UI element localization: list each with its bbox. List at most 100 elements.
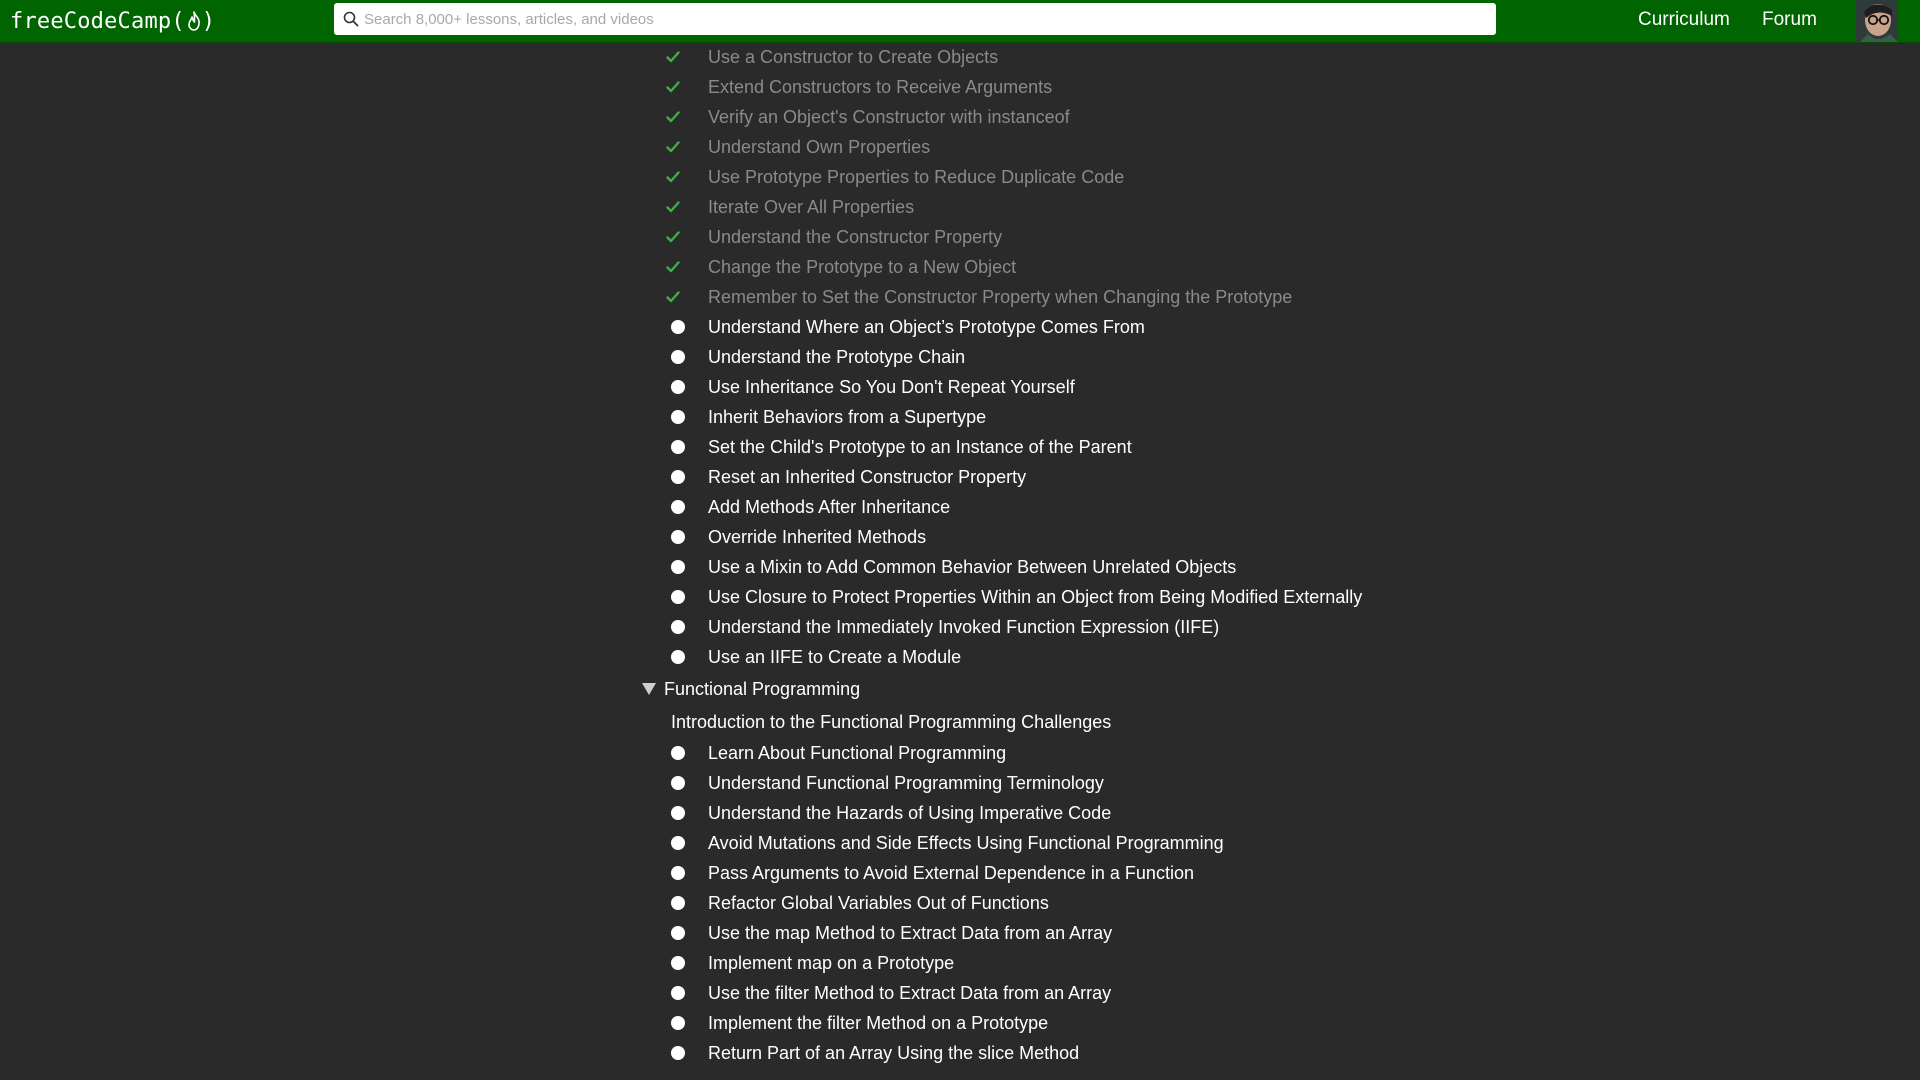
challenge-completed[interactable]: Understand the Constructor Property [666, 222, 1002, 252]
challenge-incomplete[interactable]: Use a Mixin to Add Common Behavior Betwe… [666, 552, 1236, 582]
challenge-label: Remember to Set the Constructor Property… [708, 286, 1293, 307]
challenge-label: Reset an Inherited Constructor Property [708, 466, 1027, 487]
challenge-label: Use Prototype Properties to Reduce Dupli… [708, 166, 1125, 187]
challenge-incomplete[interactable]: Use an IIFE to Create a Module [666, 642, 961, 672]
challenge-incomplete[interactable]: Understand the Hazards of Using Imperati… [666, 798, 1111, 828]
challenge-label: Set the Child's Prototype to an Instance… [708, 436, 1132, 457]
incomplete-dot-icon [666, 803, 692, 823]
challenge-label: Avoid Mutations and Side Effects Using F… [708, 832, 1224, 853]
challenge-incomplete[interactable]: Refactor Global Variables Out of Functio… [666, 888, 1049, 918]
challenge-completed[interactable]: Change the Prototype to a New Object [666, 252, 1016, 282]
challenge-label: Understand Where an Object’s Prototype C… [708, 316, 1145, 337]
challenge-label: Inherit Behaviors from a Supertype [708, 406, 987, 427]
search-input[interactable] [364, 10, 1464, 28]
challenge-incomplete[interactable]: Reset an Inherited Constructor Property [666, 462, 1026, 492]
freecodecamp-logo[interactable]: freeCodeCamp() [10, 6, 215, 36]
challenge-completed[interactable]: Extend Constructors to Receive Arguments [666, 72, 1052, 102]
incomplete-dot-icon [666, 527, 692, 547]
challenge-label: Use an IIFE to Create a Module [708, 646, 962, 667]
search-icon [343, 11, 359, 27]
incomplete-dot-icon [666, 953, 692, 973]
incomplete-dot-icon [666, 863, 692, 883]
challenge-incomplete[interactable]: Understand Where an Object’s Prototype C… [666, 312, 1145, 342]
incomplete-dot-icon [666, 893, 692, 913]
challenge-label: Understand the Prototype Chain [708, 346, 966, 367]
check-icon [666, 47, 692, 67]
challenge-incomplete[interactable]: Avoid Mutations and Side Effects Using F… [666, 828, 1224, 858]
challenge-completed[interactable]: Understand Own Properties [666, 132, 930, 162]
incomplete-dot-icon [666, 587, 692, 607]
incomplete-dot-icon [666, 497, 692, 517]
check-icon [666, 167, 692, 187]
challenge-incomplete[interactable]: Return Part of an Array Using the slice … [666, 1038, 1079, 1068]
challenge-incomplete[interactable]: Override Inherited Methods [666, 522, 926, 552]
challenge-incomplete[interactable]: Use Inheritance So You Don't Repeat Your… [666, 372, 1075, 402]
challenge-completed[interactable]: Verify an Object's Constructor with inst… [666, 102, 1070, 132]
check-icon [666, 287, 692, 307]
check-icon [666, 227, 692, 247]
challenge-incomplete[interactable]: Understand the Prototype Chain [666, 342, 965, 372]
challenge-label: Understand Functional Programming Termin… [708, 772, 1104, 793]
challenge-incomplete[interactable]: Add Methods After Inheritance [666, 492, 950, 522]
challenge-label: Verify an Object's Constructor with inst… [708, 106, 1070, 127]
incomplete-dot-icon [666, 647, 692, 667]
incomplete-dot-icon [666, 347, 692, 367]
challenge-label: Use the map Method to Extract Data from … [708, 922, 1113, 943]
challenge-incomplete[interactable]: Use Closure to Protect Properties Within… [666, 582, 1362, 612]
incomplete-dot-icon [666, 377, 692, 397]
challenge-incomplete[interactable]: Understand the Immediately Invoked Funct… [666, 612, 1219, 642]
challenge-label: Use a Mixin to Add Common Behavior Betwe… [708, 556, 1237, 577]
avatar[interactable] [1856, 0, 1898, 42]
check-icon [666, 77, 692, 97]
incomplete-dot-icon [666, 617, 692, 637]
incomplete-dot-icon [666, 773, 692, 793]
logo-text: freeCodeCamp( [10, 8, 185, 34]
check-icon [666, 197, 692, 217]
flame-icon [186, 10, 202, 32]
challenge-label: Implement the filter Method on a Prototy… [708, 1012, 1049, 1033]
challenge-label: Iterate Over All Properties [708, 196, 915, 217]
section-title: Functional Programming [664, 678, 861, 699]
challenge-label: Use a Constructor to Create Objects [708, 46, 999, 67]
challenge-label: Understand the Hazards of Using Imperati… [708, 802, 1112, 823]
incomplete-dot-icon [666, 317, 692, 337]
incomplete-dot-icon [666, 923, 692, 943]
nav-curriculum-link[interactable]: Curriculum [1638, 9, 1730, 31]
check-icon [666, 107, 692, 127]
challenge-incomplete[interactable]: Understand Functional Programming Termin… [666, 768, 1104, 798]
challenge-label: Change the Prototype to a New Object [708, 256, 1017, 277]
challenge-incomplete[interactable]: Use the map Method to Extract Data from … [666, 918, 1112, 948]
top-navbar: freeCodeCamp() Curriculum Forum [0, 0, 1920, 43]
challenge-incomplete[interactable]: Use the filter Method to Extract Data fr… [666, 978, 1111, 1008]
incomplete-dot-icon [666, 983, 692, 1003]
challenge-incomplete[interactable]: Pass Arguments to Avoid External Depende… [666, 858, 1194, 888]
incomplete-dot-icon [666, 1013, 692, 1033]
challenge-completed[interactable]: Use a Constructor to Create Objects [666, 42, 998, 72]
incomplete-dot-icon [666, 557, 692, 577]
challenge-label: Learn About Functional Programming [708, 742, 1007, 763]
curriculum-map: Use a Constructor to Create Objects Exten… [0, 42, 1920, 1080]
challenge-label: Understand Own Properties [708, 136, 931, 157]
fp-introduction-link[interactable]: Introduction to the Functional Programmi… [671, 712, 1111, 733]
check-icon [666, 257, 692, 277]
incomplete-dot-icon [666, 743, 692, 763]
challenge-incomplete[interactable]: Implement the filter Method on a Prototy… [666, 1008, 1048, 1038]
challenge-label: Use the filter Method to Extract Data fr… [708, 982, 1112, 1003]
challenge-label: Return Part of an Array Using the slice … [708, 1042, 1080, 1063]
challenge-incomplete[interactable]: Inherit Behaviors from a Supertype [666, 402, 986, 432]
nav-forum-link[interactable]: Forum [1762, 9, 1817, 31]
challenge-incomplete[interactable]: Learn About Functional Programming [666, 738, 1006, 768]
search-bar[interactable] [334, 3, 1496, 35]
challenge-label: Understand the Immediately Invoked Funct… [708, 616, 1220, 637]
challenge-completed[interactable]: Remember to Set the Constructor Property… [666, 282, 1292, 312]
section-functional-programming[interactable]: Functional Programming [642, 676, 860, 702]
challenge-label: Use Closure to Protect Properties Within… [708, 586, 1363, 607]
challenge-completed[interactable]: Use Prototype Properties to Reduce Dupli… [666, 162, 1124, 192]
incomplete-dot-icon [666, 1043, 692, 1063]
challenge-incomplete[interactable]: Set the Child's Prototype to an Instance… [666, 432, 1132, 462]
incomplete-dot-icon [666, 833, 692, 853]
challenge-incomplete[interactable]: Implement map on a Prototype [666, 948, 954, 978]
challenge-completed[interactable]: Iterate Over All Properties [666, 192, 914, 222]
challenge-label: Override Inherited Methods [708, 526, 927, 547]
logo-text-close: ) [201, 8, 216, 34]
